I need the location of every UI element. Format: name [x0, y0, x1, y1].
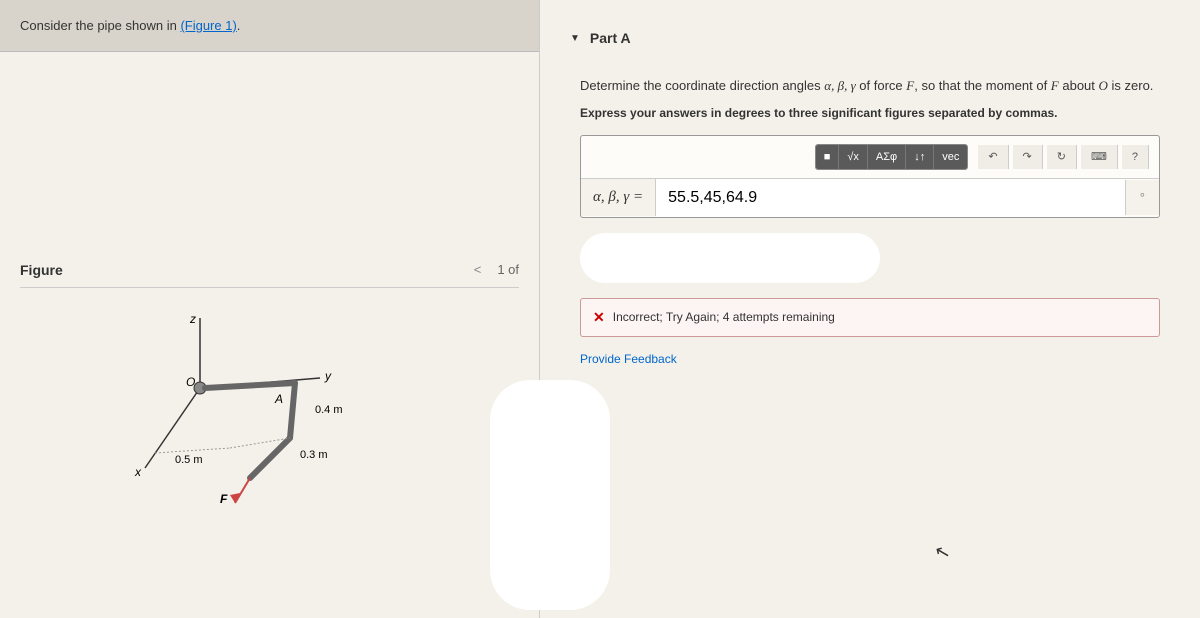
unit-label: °	[1125, 180, 1159, 215]
figure-pagination: < 1 of	[468, 260, 519, 279]
axis-x-label: x	[134, 465, 142, 479]
figure-title: Figure	[20, 262, 63, 278]
templates-button[interactable]: ■	[816, 145, 840, 169]
axis-y-label: y	[324, 369, 332, 383]
subscript-button[interactable]: ↓↑	[906, 145, 934, 169]
answer-input[interactable]	[656, 179, 1125, 217]
axis-z-label: z	[189, 312, 196, 326]
force-f-label: F	[220, 492, 228, 506]
reset-button[interactable]: ↻	[1047, 145, 1077, 169]
redacted-region	[580, 233, 880, 283]
sqrt-button[interactable]: √x	[839, 145, 868, 169]
feedback-text: Incorrect; Try Again; 4 attempts remaini…	[613, 310, 835, 324]
greek-button[interactable]: ΑΣφ	[868, 145, 906, 169]
dim-03m: 0.3 m	[300, 449, 328, 461]
redo-button[interactable]: ↷	[1013, 145, 1043, 169]
answer-variable-label: α, β, γ =	[581, 179, 656, 216]
keyboard-button[interactable]: ⌨	[1081, 145, 1118, 169]
incorrect-icon: ✕	[593, 309, 605, 326]
figure-page-indicator: 1 of	[497, 262, 519, 277]
collapse-icon: ▼	[570, 33, 580, 44]
answer-box: ■ √x ΑΣφ ↓↑ vec ↶ ↷ ↻ ⌨ ? α, β,	[580, 135, 1160, 218]
vec-button[interactable]: vec	[934, 145, 967, 169]
feedback-message: ✕ Incorrect; Try Again; 4 attempts remai…	[580, 298, 1160, 337]
dim-05m: 0.5 m	[175, 454, 203, 466]
help-button[interactable]: ?	[1122, 145, 1149, 169]
undo-button[interactable]: ↶	[978, 145, 1008, 169]
left-panel: Consider the pipe shown in (Figure 1). F…	[0, 0, 540, 618]
right-panel: ▼ Part A Determine the coordinate direct…	[540, 0, 1200, 618]
figure-prev-button[interactable]: <	[468, 260, 488, 279]
instruction-text: Express your answers in degrees to three…	[580, 106, 1160, 120]
dim-04m: 0.4 m	[315, 404, 343, 416]
problem-statement: Consider the pipe shown in (Figure 1).	[0, 0, 539, 52]
equation-toolbar: ■ √x ΑΣφ ↓↑ vec ↶ ↷ ↻ ⌨ ?	[581, 136, 1159, 178]
point-a-label: A	[274, 392, 283, 406]
provide-feedback-link[interactable]: Provide Feedback	[580, 352, 1160, 366]
redacted-region-2	[490, 380, 610, 610]
prompt-text: Determine the coordinate direction angle…	[580, 76, 1160, 96]
pipe-diagram: z y x O 0.4 m 0.3 m 0.5 m A	[120, 308, 420, 508]
part-label: Part A	[590, 30, 631, 46]
figure-link[interactable]: (Figure 1)	[180, 18, 236, 33]
part-header[interactable]: ▼ Part A	[570, 20, 1170, 56]
problem-intro-text: Consider the pipe shown in	[20, 18, 180, 33]
